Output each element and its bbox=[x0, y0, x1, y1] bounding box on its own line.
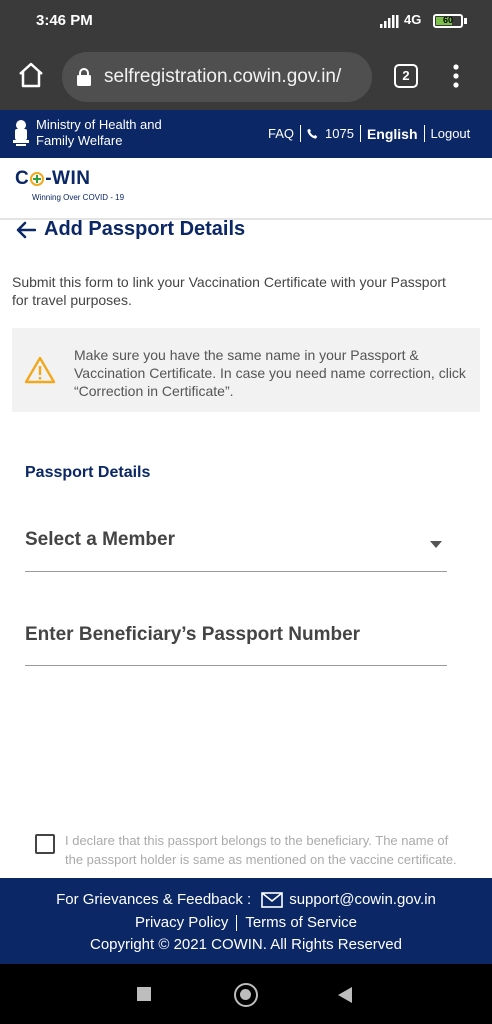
status-bar: 3:46 PM 4G 60 bbox=[0, 0, 492, 44]
plus-icon bbox=[30, 172, 45, 186]
back-icon[interactable] bbox=[338, 987, 352, 1003]
passport-number-input[interactable] bbox=[25, 620, 447, 650]
overflow-menu-icon[interactable] bbox=[448, 62, 464, 90]
mail-icon bbox=[261, 891, 283, 908]
tab-switcher-button[interactable]: 2 bbox=[394, 64, 418, 88]
chevron-down-icon bbox=[430, 541, 442, 548]
signal-icon bbox=[380, 15, 399, 28]
member-select[interactable]: Select a Member bbox=[25, 518, 447, 572]
intro-text: Submit this form to link your Vaccinatio… bbox=[12, 274, 446, 308]
national-emblem-icon bbox=[13, 120, 29, 146]
copyright: Copyright © 2021 COWIN. All Rights Reser… bbox=[89, 936, 402, 953]
member-select-label: Select a Member bbox=[25, 529, 175, 550]
helpline-number[interactable]: 1075 bbox=[325, 126, 354, 141]
recents-icon[interactable] bbox=[137, 987, 151, 1001]
app-header: C -WIN Winning Over COVID - 19 bbox=[0, 158, 492, 220]
logo-tagline: Winning Over COVID - 19 bbox=[32, 193, 125, 202]
back-arrow-icon[interactable] bbox=[16, 221, 36, 239]
battery-tip bbox=[464, 18, 467, 24]
logo-text-right: -WIN bbox=[45, 168, 91, 189]
divider bbox=[300, 125, 302, 142]
divider bbox=[236, 914, 238, 931]
grievance-label: For Grievances & Feedback : bbox=[56, 891, 252, 908]
declaration: I declare that this passport belongs to … bbox=[34, 828, 474, 878]
passport-number-field[interactable] bbox=[25, 612, 447, 666]
clock: 3:46 PM bbox=[36, 12, 93, 29]
warning-text: Make sure you have the same name in your… bbox=[74, 347, 466, 399]
section-heading: Passport Details bbox=[25, 464, 151, 481]
ministry-header: Ministry of Health and Family Welfare FA… bbox=[0, 110, 492, 158]
system-nav-bar bbox=[0, 964, 492, 1024]
footer: For Grievances & Feedback : support@cowi… bbox=[0, 878, 492, 964]
browser-toolbar: selfregistration.cowin.gov.in/ 2 bbox=[0, 44, 492, 110]
battery-icon: 60 bbox=[433, 14, 463, 28]
declaration-text: I declare that this passport belongs to … bbox=[65, 833, 457, 867]
network-type: 4G bbox=[404, 12, 422, 27]
cowin-logo[interactable]: C -WIN Winning Over COVID - 19 bbox=[15, 168, 124, 202]
warning-notice: Make sure you have the same name in your… bbox=[12, 328, 480, 412]
support-email-link[interactable]: support@cowin.gov.in bbox=[289, 891, 436, 908]
logo-text-left: C bbox=[15, 168, 30, 189]
language-selector[interactable]: English bbox=[367, 126, 418, 142]
page-title-text: Add Passport Details bbox=[44, 218, 246, 240]
battery-level: 60 bbox=[442, 15, 453, 25]
lock-icon bbox=[77, 68, 91, 86]
header-links: FAQ 1075 English Logout bbox=[268, 125, 470, 142]
ministry-name: Ministry of Health and Family Welfare bbox=[36, 117, 162, 148]
divider bbox=[423, 125, 425, 142]
page-title: Add Passport Details bbox=[16, 218, 245, 241]
privacy-policy-link[interactable]: Privacy Policy bbox=[135, 914, 228, 931]
address-bar[interactable]: selfregistration.cowin.gov.in/ bbox=[62, 52, 372, 102]
home-button-icon[interactable] bbox=[234, 983, 258, 1007]
warning-icon bbox=[24, 356, 56, 384]
faq-link[interactable]: FAQ bbox=[268, 126, 294, 141]
url-text: selfregistration.cowin.gov.in/ bbox=[104, 66, 342, 87]
logout-link[interactable]: Logout bbox=[431, 126, 471, 141]
divider bbox=[359, 125, 361, 142]
terms-of-service-link[interactable]: Terms of Service bbox=[245, 914, 357, 931]
declaration-checkbox[interactable] bbox=[35, 834, 55, 854]
phone-icon bbox=[307, 128, 318, 139]
home-icon[interactable] bbox=[16, 60, 46, 90]
